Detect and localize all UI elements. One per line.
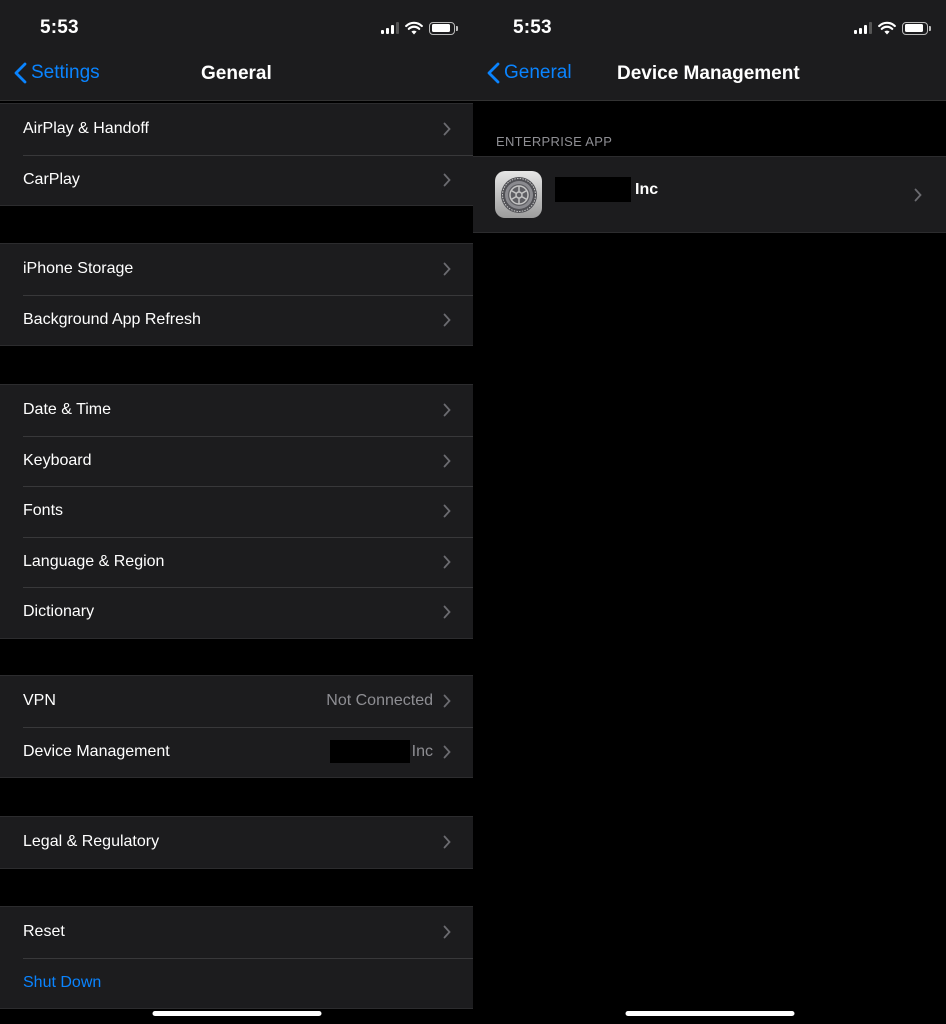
chevron-right-icon (443, 835, 451, 849)
chevron-right-icon (443, 173, 451, 187)
row-label: Fonts (23, 502, 64, 520)
chevron-right-icon (914, 188, 922, 202)
row-carplay[interactable]: CarPlay (0, 154, 473, 206)
chevron-right-icon (443, 454, 451, 468)
chevron-left-icon (14, 62, 27, 84)
row-dictionary[interactable]: Dictionary (0, 587, 473, 638)
enterprise-app-row[interactable]: Inc (473, 156, 946, 233)
chevron-right-icon (443, 122, 451, 136)
chevron-right-icon (443, 313, 451, 327)
page-title: General (201, 63, 272, 84)
settings-group: Legal & Regulatory (0, 816, 473, 869)
row-airplay-handoff[interactable]: AirPlay & Handoff (0, 104, 473, 155)
chevron-right-icon (443, 694, 451, 708)
redacted-block (555, 177, 631, 202)
device-management-org-suffix: Inc (411, 742, 433, 760)
row-legal-regulatory[interactable]: Legal & Regulatory (0, 817, 473, 868)
device-management-value: Inc (329, 740, 433, 764)
cellular-signal-icon (381, 22, 399, 34)
chevron-right-icon (443, 403, 451, 417)
row-keyboard[interactable]: Keyboard (0, 435, 473, 487)
wifi-icon (405, 21, 423, 35)
row-label: Legal & Regulatory (23, 833, 160, 851)
redacted-block (329, 740, 410, 764)
settings-group: AirPlay & Handoff CarPlay (0, 103, 473, 206)
row-label: Device Management (23, 742, 170, 760)
chevron-right-icon (443, 504, 451, 518)
row-reset[interactable]: Reset (0, 907, 473, 958)
home-indicator[interactable] (625, 1011, 794, 1016)
navigation-bar: 5:53 Settings General (0, 0, 473, 101)
row-label: iPhone Storage (23, 260, 134, 278)
row-label: VPN (23, 692, 56, 710)
row-fonts[interactable]: Fonts (0, 486, 473, 537)
shut-down-button[interactable]: Shut Down (0, 957, 473, 1009)
settings-group: VPN Not Connected Device Management Inc (0, 675, 473, 778)
back-button[interactable]: Settings (14, 62, 100, 84)
settings-group: iPhone Storage Background App Refresh (0, 243, 473, 346)
row-label: Keyboard (23, 451, 92, 469)
settings-group: Date & Time Keyboard Fonts Language & Re… (0, 384, 473, 639)
vpn-status-value: Not Connected (326, 692, 433, 710)
home-indicator[interactable] (152, 1011, 321, 1016)
page-title: Device Management (617, 63, 800, 84)
status-time: 5:53 (513, 17, 552, 38)
gear-icon (495, 171, 542, 218)
row-label: Dictionary (23, 603, 95, 621)
status-icons (381, 18, 458, 38)
row-date-time[interactable]: Date & Time (0, 385, 473, 436)
battery-icon (429, 21, 458, 35)
row-label: Reset (23, 923, 65, 941)
chevron-right-icon (443, 262, 451, 276)
wifi-icon (878, 21, 896, 35)
chevron-right-icon (443, 925, 451, 939)
navigation-bar: 5:53 General Device Management (473, 0, 946, 101)
battery-icon (902, 21, 931, 35)
enterprise-app-org-suffix: Inc (635, 180, 659, 198)
enterprise-app-name: Inc (555, 177, 658, 202)
row-label: Date & Time (23, 401, 112, 419)
chevron-right-icon (443, 745, 451, 759)
section-header-enterprise-app: ENTERPRISE APP (496, 134, 613, 149)
row-label: Language & Region (23, 552, 165, 570)
status-icons (854, 18, 931, 38)
row-label: CarPlay (23, 170, 80, 188)
chevron-right-icon (443, 605, 451, 619)
back-button-label: Settings (31, 62, 100, 83)
row-label: Shut Down (23, 973, 102, 991)
row-background-app-refresh[interactable]: Background App Refresh (0, 294, 473, 346)
device-management-screen: 5:53 General Device Management ENTERPRIS… (473, 0, 946, 1024)
cellular-signal-icon (854, 22, 872, 34)
chevron-left-icon (487, 62, 500, 84)
row-label: Background App Refresh (23, 310, 201, 328)
row-device-management[interactable]: Device Management Inc (0, 726, 473, 778)
row-vpn[interactable]: VPN Not Connected (0, 676, 473, 727)
row-label: AirPlay & Handoff (23, 120, 149, 138)
chevron-right-icon (443, 555, 451, 569)
settings-group: Reset Shut Down (0, 906, 473, 1009)
general-screen: 5:53 Settings General AirPlay & Handoff … (0, 0, 473, 1024)
row-iphone-storage[interactable]: iPhone Storage (0, 244, 473, 295)
row-language-region[interactable]: Language & Region (0, 536, 473, 588)
back-button[interactable]: General (487, 62, 572, 84)
status-time: 5:53 (40, 17, 79, 38)
back-button-label: General (504, 62, 572, 83)
